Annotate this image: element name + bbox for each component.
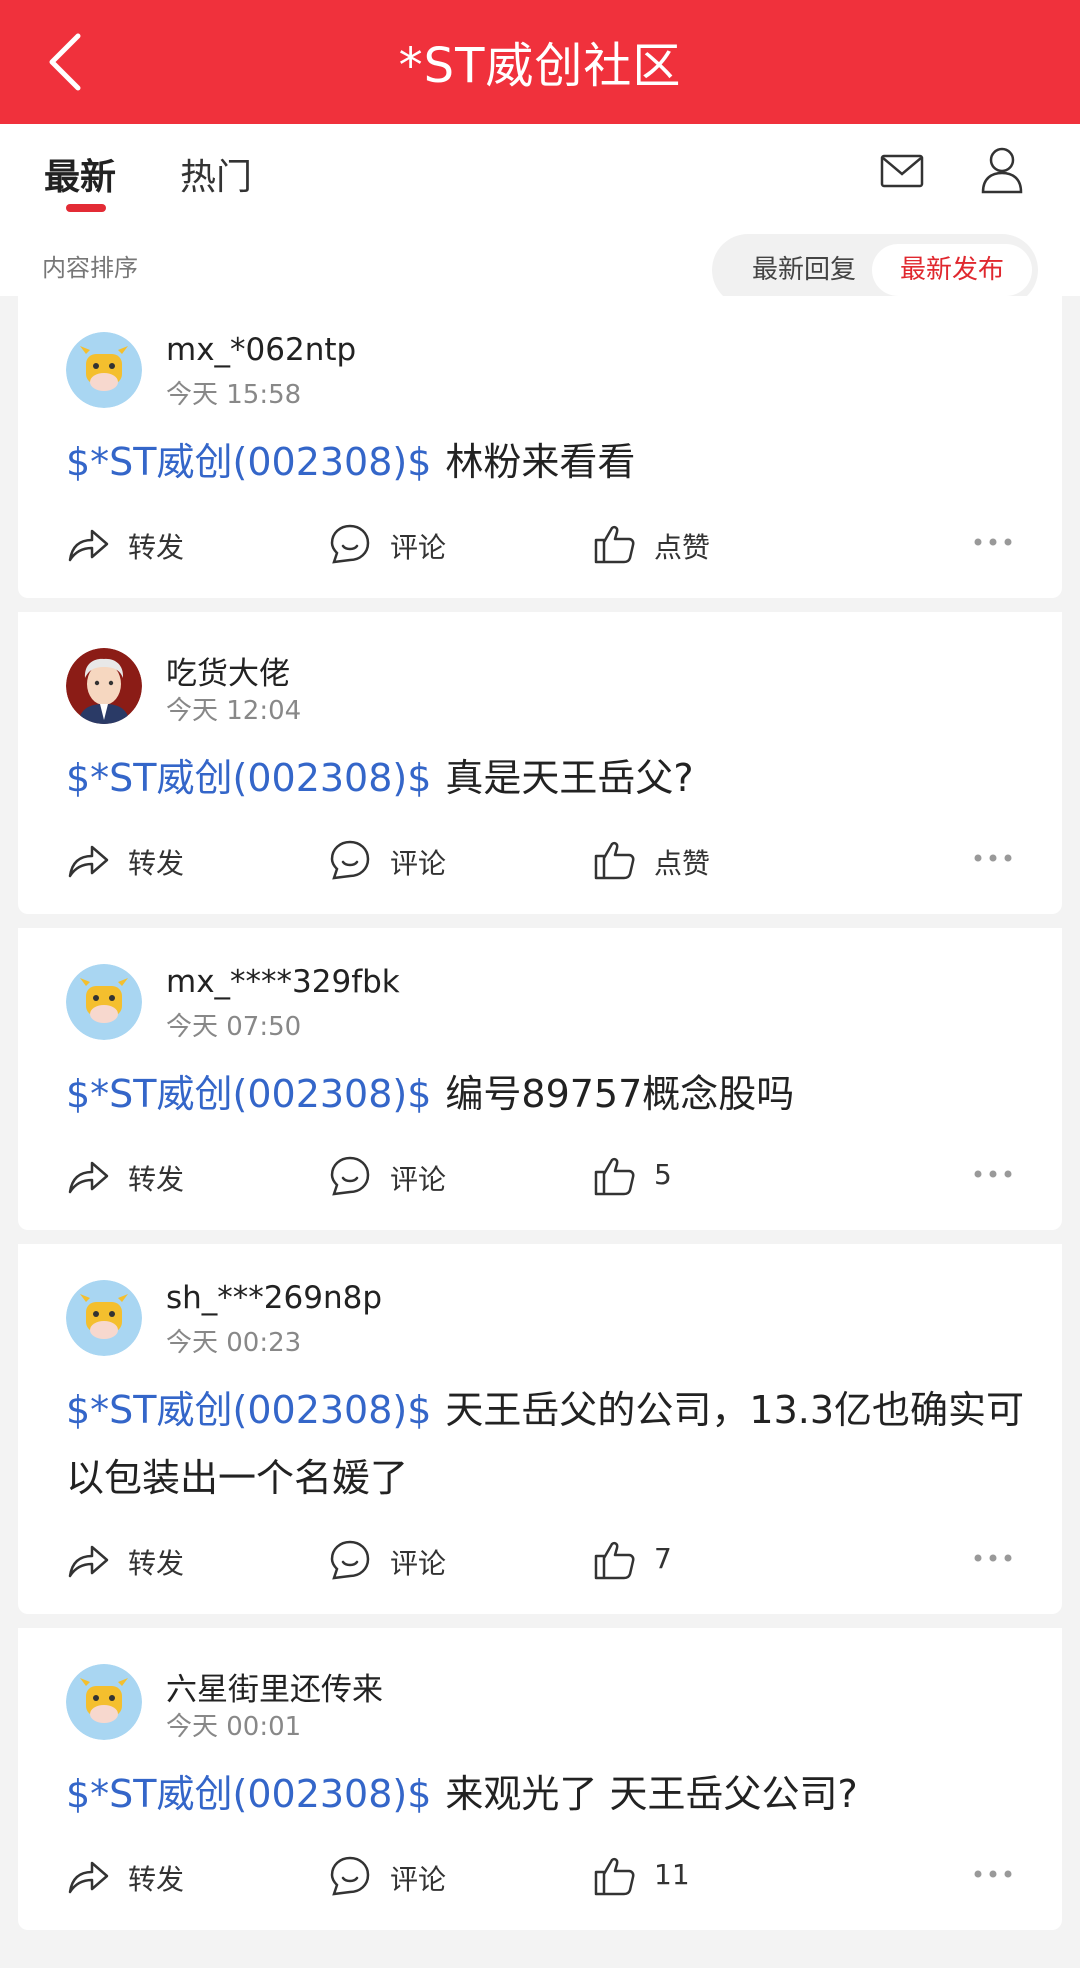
share-arrow-icon	[68, 1161, 109, 1194]
username[interactable]: mx_****329fbk	[166, 964, 400, 1000]
post-text: 来观光了 天王岳父公司?	[445, 1772, 858, 1816]
post-card[interactable]: sh_***269n8p 今天 00:23 $*ST威创(002308)$ 天王岳…	[18, 1244, 1062, 1614]
like-count: 7	[654, 1542, 672, 1575]
sub-navigation: 最新 热门 内容排序 最新回复 最新发布	[0, 124, 1080, 306]
username[interactable]: mx_*062ntp	[166, 332, 356, 368]
thumbs-up-icon	[594, 1857, 635, 1896]
post-actions: 转发 评论 7	[42, 1512, 1038, 1614]
post-actions: 转发 评论 点赞	[42, 496, 1038, 598]
like-count: 5	[654, 1158, 672, 1191]
stock-link[interactable]: $*ST威创(002308)$	[66, 756, 431, 800]
post-content[interactable]: $*ST威创(002308)$ 编号89757概念股吗	[42, 1046, 1038, 1128]
post-time: 今天 07:50	[166, 1012, 302, 1042]
post-card[interactable]: 吃货大佬 今天 12:04 $*ST威创(002308)$ 真是天王岳父? 转发 …	[18, 612, 1062, 914]
comment-bubble-icon	[330, 1856, 370, 1896]
stock-link[interactable]: $*ST威创(002308)$	[66, 440, 431, 484]
tab-hot[interactable]: 热门	[180, 148, 252, 200]
user-profile-icon[interactable]	[980, 146, 1024, 194]
tab-latest[interactable]: 最新	[44, 148, 116, 200]
post-time: 今天 12:04	[166, 696, 302, 726]
mail-icon[interactable]	[880, 152, 924, 192]
comment-label: 评论	[390, 1547, 447, 1580]
post-text: 真是天王岳父?	[445, 756, 694, 800]
more-options-icon[interactable]	[972, 1552, 1014, 1564]
comment-label: 评论	[390, 1163, 447, 1196]
forward-label: 转发	[128, 1547, 185, 1580]
comment-bubble-icon	[330, 1156, 370, 1196]
cow-avatar[interactable]	[66, 964, 142, 1040]
post-actions: 转发 评论 5	[42, 1128, 1038, 1230]
post-content[interactable]: $*ST威创(002308)$ 真是天王岳父?	[42, 730, 1038, 812]
sort-latest-publish-button[interactable]: 最新发布	[872, 244, 1032, 296]
post-actions: 转发 评论 11	[42, 1828, 1038, 1930]
post-card[interactable]: 六星街里还传来 今天 00:01 $*ST威创(002308)$ 来观光了 天王岳…	[18, 1628, 1062, 1930]
post-content[interactable]: $*ST威创(002308)$ 天王岳父的公司，13.3亿也确实可以包装出一个名媛…	[42, 1362, 1038, 1512]
sort-latest-reply-button[interactable]: 最新回复	[724, 244, 884, 296]
comment-bubble-icon	[330, 840, 370, 880]
cow-avatar[interactable]	[66, 1280, 142, 1356]
more-options-icon[interactable]	[972, 1168, 1014, 1180]
forward-label: 转发	[128, 1163, 185, 1196]
page-title: *ST威创社区	[398, 38, 682, 94]
post-text: 编号89757概念股吗	[445, 1072, 795, 1116]
cow-avatar[interactable]	[66, 332, 142, 408]
post-text: 林粉来看看	[445, 440, 636, 484]
username[interactable]: sh_***269n8p	[166, 1280, 382, 1316]
comment-bubble-icon	[330, 1540, 370, 1580]
more-options-icon[interactable]	[972, 852, 1014, 864]
post-card[interactable]: mx_*062ntp 今天 15:58 $*ST威创(002308)$ 林粉来看看…	[18, 296, 1062, 598]
forward-label: 转发	[128, 1863, 185, 1896]
stock-link[interactable]: $*ST威创(002308)$	[66, 1772, 431, 1816]
thumbs-up-icon	[594, 1541, 635, 1580]
share-arrow-icon	[68, 1861, 109, 1894]
username[interactable]: 六星街里还传来	[166, 1664, 383, 1709]
stock-link[interactable]: $*ST威创(002308)$	[66, 1072, 431, 1116]
thumbs-up-icon	[594, 525, 635, 564]
thumbs-up-icon	[594, 841, 635, 880]
sort-label: 内容排序	[42, 254, 138, 282]
username[interactable]: 吃货大佬	[166, 648, 290, 693]
cow-avatar[interactable]	[66, 1664, 142, 1740]
more-options-icon[interactable]	[972, 536, 1014, 548]
share-arrow-icon	[68, 845, 109, 878]
thumbs-up-icon	[594, 1157, 635, 1196]
like-count: 11	[654, 1858, 690, 1891]
cartoon-man-avatar[interactable]	[66, 648, 142, 724]
post-time: 今天 00:23	[166, 1328, 302, 1358]
post-time: 今天 15:58	[166, 380, 302, 410]
post-time: 今天 00:01	[166, 1712, 302, 1742]
like-count: 点赞	[654, 531, 711, 564]
post-feed: mx_*062ntp 今天 15:58 $*ST威创(002308)$ 林粉来看看…	[18, 296, 1062, 1944]
comment-label: 评论	[390, 847, 447, 880]
active-tab-indicator	[66, 204, 106, 212]
stock-link[interactable]: $*ST威创(002308)$	[66, 1388, 431, 1432]
comment-bubble-icon	[330, 524, 370, 564]
share-arrow-icon	[68, 529, 109, 562]
like-count: 点赞	[654, 847, 711, 880]
comment-label: 评论	[390, 1863, 447, 1896]
forward-label: 转发	[128, 531, 185, 564]
more-options-icon[interactable]	[972, 1868, 1014, 1880]
forward-label: 转发	[128, 847, 185, 880]
comment-label: 评论	[390, 531, 447, 564]
post-actions: 转发 评论 点赞	[42, 812, 1038, 914]
app-header: *ST威创社区	[0, 0, 1080, 124]
post-card[interactable]: mx_****329fbk 今天 07:50 $*ST威创(002308)$ 编号…	[18, 928, 1062, 1230]
share-arrow-icon	[68, 1545, 109, 1578]
post-content[interactable]: $*ST威创(002308)$ 来观光了 天王岳父公司?	[42, 1746, 1038, 1828]
post-content[interactable]: $*ST威创(002308)$ 林粉来看看	[42, 414, 1038, 496]
